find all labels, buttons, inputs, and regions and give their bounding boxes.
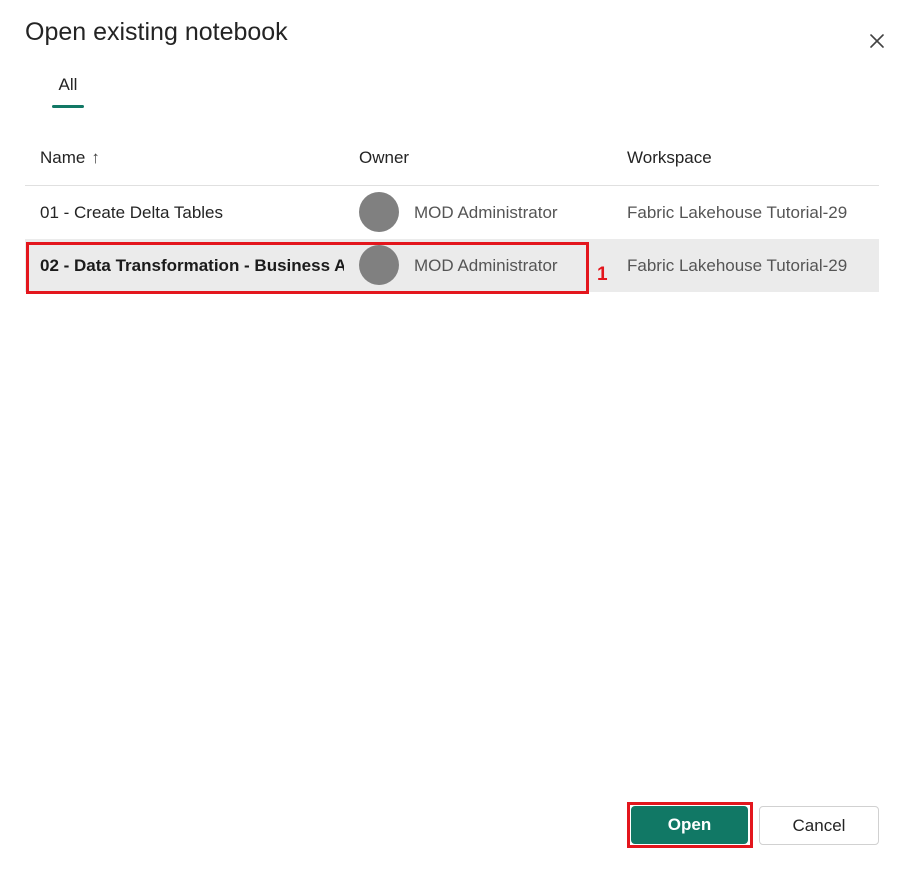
tab-all-label: All — [58, 75, 78, 94]
open-button[interactable]: Open — [631, 806, 748, 844]
open-notebook-dialog: Open existing notebook All Name ↑ Owner W… — [0, 0, 904, 870]
close-icon[interactable] — [866, 30, 888, 52]
annotation-step-1: 1 — [597, 264, 608, 285]
column-header-name-label: Name — [40, 148, 86, 167]
sort-ascending-icon: ↑ — [91, 148, 100, 167]
owner-cell: MOD Administrator — [359, 186, 609, 239]
owner-name: MOD Administrator — [414, 203, 558, 222]
tab-all[interactable]: All — [52, 74, 84, 110]
notebook-name: 02 - Data Transformation - Business Ag — [40, 256, 344, 275]
column-header-name[interactable]: Name ↑ — [40, 148, 100, 168]
workspace-name: Fabric Lakehouse Tutorial-29 — [627, 256, 848, 275]
table-row[interactable]: 01 - Create Delta Tables MOD Administrat… — [25, 186, 879, 239]
tab-selected-indicator — [52, 105, 84, 108]
workspace-name: Fabric Lakehouse Tutorial-29 — [627, 203, 848, 222]
table-header: Name ↑ Owner Workspace — [25, 130, 879, 186]
dialog-title: Open existing notebook — [25, 18, 288, 46]
avatar — [359, 192, 399, 232]
column-header-owner[interactable]: Owner — [359, 148, 409, 168]
owner-name: MOD Administrator — [414, 256, 558, 275]
column-header-workspace[interactable]: Workspace — [627, 148, 712, 168]
avatar — [359, 245, 399, 285]
notebook-table: Name ↑ Owner Workspace 01 - Create Delta … — [25, 130, 879, 292]
notebook-name: 01 - Create Delta Tables — [40, 203, 224, 222]
cancel-button[interactable]: Cancel — [759, 806, 879, 845]
table-row-selected[interactable]: 02 - Data Transformation - Business Ag M… — [25, 239, 879, 292]
owner-cell: MOD Administrator — [359, 239, 609, 292]
